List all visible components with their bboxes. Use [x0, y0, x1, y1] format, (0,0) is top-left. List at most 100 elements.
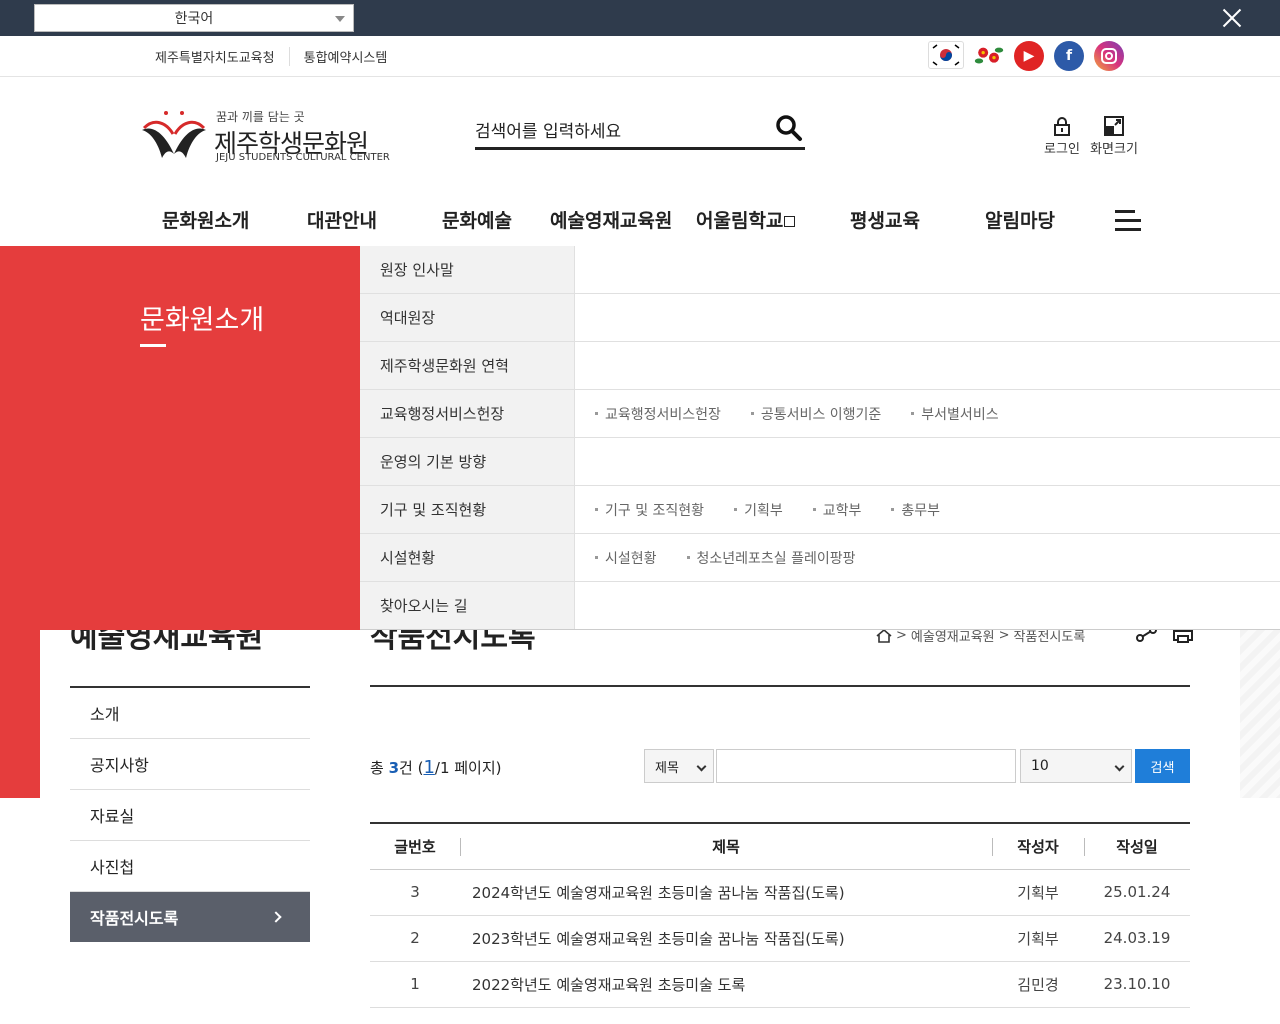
- dropdown-submenu-item[interactable]: 부서별서비스: [911, 404, 999, 424]
- dropdown-submenu-item[interactable]: 기구 및 조직현황: [595, 500, 704, 520]
- dropdown-menu-item[interactable]: 시설현황: [360, 534, 575, 581]
- new-window-icon: [784, 216, 796, 227]
- board-total: 총 3건 (1/1 페이지): [370, 757, 502, 778]
- dropdown-submenu-item[interactable]: 총무부: [891, 500, 940, 520]
- row-number: 3: [370, 869, 460, 916]
- page-size-select[interactable]: 10: [1020, 749, 1132, 783]
- row-number: 1: [370, 961, 460, 1008]
- row-title-link[interactable]: 2023학년도 예술영재교육원 초등미술 꿈나눔 작품집(도록): [460, 915, 992, 962]
- logo-english-name: JEJU STUDENTS CULTURAL CENTER: [216, 152, 390, 163]
- gnb-item-culture-art[interactable]: 문화예술: [442, 206, 512, 233]
- gnb-item-about[interactable]: 문화원소개: [162, 206, 249, 233]
- header-tools: 로그인 화면크기: [1038, 116, 1138, 157]
- instagram-icon[interactable]: [1094, 41, 1124, 71]
- login-button[interactable]: 로그인: [1038, 116, 1086, 157]
- row-author: 김민경: [992, 961, 1084, 1008]
- dropdown-row: 기구 및 조직현황 기구 및 조직현황 기획부 교학부 총무부: [360, 486, 1280, 534]
- title-underline: [140, 344, 166, 347]
- camellia-icon[interactable]: [974, 41, 1004, 71]
- search-icon[interactable]: [775, 114, 803, 142]
- gnb-item-gifted-education[interactable]: 예술영재교육원: [550, 206, 672, 233]
- dropdown-submenu-item[interactable]: 시설현황: [595, 548, 657, 568]
- chevron-down-icon: [1114, 761, 1125, 772]
- total-prefix: 총: [370, 759, 389, 777]
- lnb-item-archive[interactable]: 자료실: [70, 790, 310, 841]
- site-logo[interactable]: 꿈과 끼를 담는 곳 제주학생문화원 JEJU STUDENTS CULTURA…: [140, 108, 400, 164]
- social-links: ▶ f: [928, 41, 1124, 71]
- dropdown-menu-item[interactable]: 운영의 기본 방향: [360, 438, 575, 485]
- col-number: 글번호: [370, 823, 460, 870]
- home-icon[interactable]: [876, 628, 892, 643]
- hamburger-menu-icon[interactable]: [1115, 210, 1141, 232]
- dropdown-submenu: [575, 582, 1280, 629]
- main-navigation: 문화원소개 대관안내 문화예술 예술영재교육원 어울림학교 평생교육 알림마당: [140, 206, 1141, 236]
- dropdown-submenu-item[interactable]: 청소년레포츠실 플레이팡팡: [686, 548, 856, 568]
- title-divider: [370, 685, 1190, 687]
- keyword-input[interactable]: [716, 749, 1016, 783]
- language-select[interactable]: 한국어: [34, 4, 354, 32]
- dropdown-title-panel: 문화원소개: [0, 246, 360, 630]
- dropdown-menu-item[interactable]: 교육행정서비스헌장: [360, 390, 575, 437]
- table-row: 2 2023학년도 예술영재교육원 초등미술 꿈나눔 작품집(도록) 기획부 2…: [370, 915, 1190, 962]
- link-education-office[interactable]: 제주특별자치도교육청: [155, 47, 289, 66]
- dropdown-row: 찾아오시는 길: [360, 582, 1280, 630]
- link-reservation-system[interactable]: 통합예약시스템: [288, 47, 402, 66]
- facebook-icon[interactable]: f: [1054, 41, 1084, 71]
- dropdown-submenu: 기구 및 조직현황 기획부 교학부 총무부: [575, 486, 1280, 533]
- search-field-value: 제목: [655, 760, 679, 776]
- screen-size-label: 화면크기: [1090, 142, 1138, 157]
- utility-bar: 제주특별자치도교육청 통합예약시스템 ▶ f: [0, 36, 1280, 77]
- butterfly-logo-icon: [142, 111, 206, 158]
- family-links: 제주특별자치도교육청 통합예약시스템: [155, 47, 401, 66]
- lnb-item-gallery[interactable]: 사진첩: [70, 841, 310, 892]
- row-title-link[interactable]: 2022학년도 예술영재교육원 초등미술 도록: [460, 961, 992, 1008]
- chevron-right-icon: [270, 911, 282, 923]
- board-search-button[interactable]: 검색: [1135, 749, 1190, 783]
- table-row: 3 2024학년도 예술영재교육원 초등미술 꿈나눔 작품집(도록) 기획부 2…: [370, 869, 1190, 916]
- dropdown-menu-list: 원장 인사말 역대원장 제주학생문화원 연혁 교육행정서비스헌장 교육행정서비스헌장 공통…: [360, 246, 1280, 630]
- dropdown-submenu-item[interactable]: 공통서비스 이행기준: [750, 404, 881, 424]
- close-icon[interactable]: [1220, 6, 1244, 30]
- lnb-item-intro[interactable]: 소개: [70, 688, 310, 739]
- korean-flag-icon[interactable]: [928, 41, 964, 69]
- screen-size-button[interactable]: 화면크기: [1090, 116, 1138, 157]
- row-date: 25.01.24: [1084, 869, 1190, 916]
- breadcrumb-separator: >: [998, 628, 1010, 643]
- dropdown-submenu-item[interactable]: 교육행정서비스헌장: [595, 404, 721, 424]
- dropdown-row: 역대원장: [360, 294, 1280, 342]
- dropdown-submenu: [575, 342, 1280, 389]
- local-navigation: 소개 공지사항 자료실 사진첩 작품전시도록: [70, 686, 310, 942]
- total-suffix: /1 페이지): [434, 759, 502, 777]
- language-value: 한국어: [174, 11, 214, 27]
- translate-bar: 한국어: [0, 0, 1280, 36]
- search-input[interactable]: 검색어를 입력하세요: [475, 117, 621, 142]
- search-field-select[interactable]: 제목: [644, 749, 714, 783]
- row-author: 기획부: [992, 915, 1084, 962]
- dropdown-submenu-item[interactable]: 교학부: [812, 500, 861, 520]
- dropdown-menu-item[interactable]: 원장 인사말: [360, 246, 575, 293]
- row-date: 24.03.19: [1084, 915, 1190, 962]
- youtube-icon[interactable]: ▶: [1014, 41, 1044, 71]
- row-title-link[interactable]: 2024학년도 예술영재교육원 초등미술 꿈나눔 작품집(도록): [460, 869, 992, 916]
- lnb-item-notice[interactable]: 공지사항: [70, 739, 310, 790]
- dropdown-submenu: [575, 294, 1280, 341]
- table-header-row: 글번호 제목 작성자 작성일: [370, 823, 1190, 870]
- dropdown-submenu-item[interactable]: 기획부: [734, 500, 783, 520]
- dropdown-menu-item[interactable]: 기구 및 조직현황: [360, 486, 575, 533]
- row-author: 기획부: [992, 869, 1084, 916]
- dropdown-menu-item[interactable]: 제주학생문화원 연혁: [360, 342, 575, 389]
- resize-icon: [1104, 116, 1124, 136]
- logo-slogan: 꿈과 끼를 담는 곳: [216, 110, 305, 124]
- dropdown-menu-item[interactable]: 역대원장: [360, 294, 575, 341]
- gnb-item-notice-board[interactable]: 알림마당: [985, 206, 1055, 233]
- table-row: 1 2022학년도 예술영재교육원 초등미술 도록 김민경 23.10.10: [370, 961, 1190, 1008]
- site-search: 검색어를 입력하세요: [475, 110, 805, 150]
- gnb-item-harmony-school[interactable]: 어울림학교: [696, 206, 796, 233]
- dropdown-menu-item[interactable]: 찾아오시는 길: [360, 582, 575, 629]
- sub-visual-gap: [40, 630, 70, 798]
- lnb-item-catalog[interactable]: 작품전시도록: [70, 892, 310, 942]
- dropdown-submenu: [575, 438, 1280, 485]
- gnb-item-rental[interactable]: 대관안내: [307, 206, 377, 233]
- gnb-item-harmony-school-label: 어울림학교: [696, 210, 784, 232]
- gnb-item-lifelong-education[interactable]: 평생교육: [850, 206, 920, 233]
